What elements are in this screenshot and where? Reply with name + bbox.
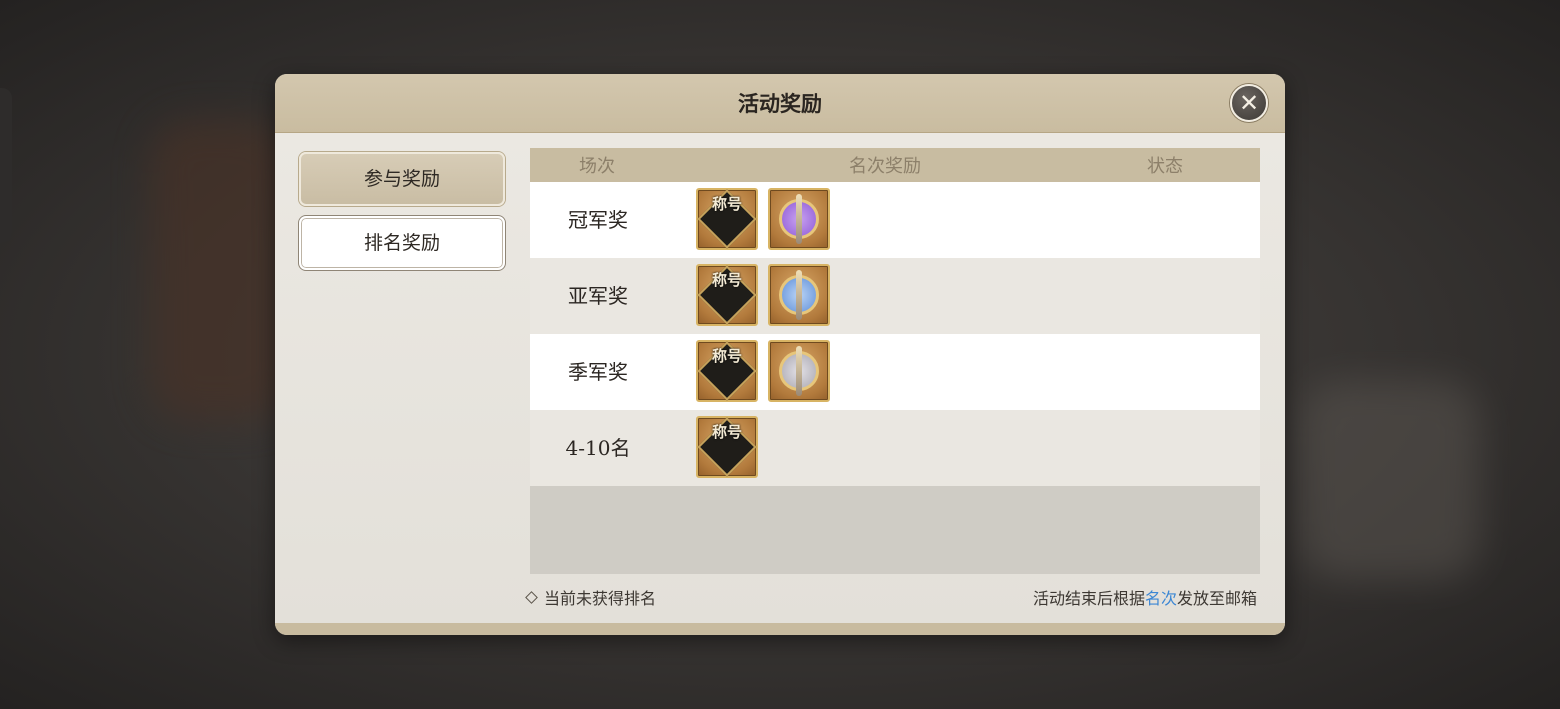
row-label: 冠军奖 (568, 208, 628, 232)
title-badge-text: 称号 (711, 423, 742, 441)
table-header: 场次 名次奖励 状态 (530, 148, 1260, 182)
title-badge-reward[interactable]: 称号 (696, 340, 758, 402)
header-reward: 名次奖励 (849, 156, 921, 177)
close-button[interactable]: ✕ (1230, 84, 1268, 122)
table-row: 冠军奖 称号 (530, 182, 1260, 258)
rank-status-note: 当前未获得排名 (525, 585, 657, 609)
sword-emblem-reward[interactable] (768, 340, 830, 402)
sword-emblem-reward[interactable] (768, 264, 830, 326)
title-badge-reward[interactable]: 称号 (696, 416, 758, 478)
header-round: 场次 (579, 156, 615, 177)
header-status: 状态 (1147, 156, 1183, 177)
side-panel-edge[interactable] (0, 88, 12, 243)
title-badge-text: 称号 (711, 347, 742, 365)
title-badge-text: 称号 (711, 271, 742, 289)
sword-icon (796, 194, 802, 244)
title-badge-text: 称号 (711, 195, 742, 213)
table-row: 4-10名 称号 (530, 410, 1260, 486)
table-row: 亚军奖 称号 (530, 258, 1260, 334)
background-blur-shape (1300, 380, 1480, 580)
note-prefix: 活动结束后根据 (1032, 589, 1145, 608)
dialog-header: 活动奖励 ✕ (275, 74, 1285, 133)
mail-delivery-note: 活动结束后根据名次发放至邮箱 (1033, 585, 1257, 609)
reward-dialog: 活动奖励 ✕ 参与奖励 排名奖励 场次 名次奖励 状态 冠军奖 称号 亚军奖 称… (275, 74, 1285, 635)
sword-icon (796, 346, 802, 396)
background-blur-shape (150, 120, 290, 420)
note-highlight: 名次 (1144, 589, 1177, 608)
table-row: 季军奖 称号 (530, 334, 1260, 410)
rank-status-text: 当前未获得排名 (544, 589, 657, 608)
dialog-title: 活动奖励 (738, 91, 822, 116)
title-badge-reward[interactable]: 称号 (696, 188, 758, 250)
close-icon: ✕ (1238, 89, 1260, 117)
tab-participation-reward[interactable]: 参与奖励 (299, 152, 505, 206)
diamond-icon (525, 591, 538, 604)
tab-ranking-reward[interactable]: 排名奖励 (299, 216, 505, 270)
note-suffix: 发放至邮箱 (1176, 589, 1257, 608)
row-label: 季军奖 (568, 360, 628, 384)
dialog-footer-strip (275, 623, 1285, 635)
sword-icon (796, 270, 802, 320)
row-label: 亚军奖 (568, 284, 628, 308)
reward-table: 场次 名次奖励 状态 冠军奖 称号 亚军奖 称号 季军奖 称号 4-10名 称号 (530, 148, 1260, 574)
title-badge-reward[interactable]: 称号 (696, 264, 758, 326)
row-label: 4-10名 (565, 436, 631, 460)
sword-emblem-reward[interactable] (768, 188, 830, 250)
